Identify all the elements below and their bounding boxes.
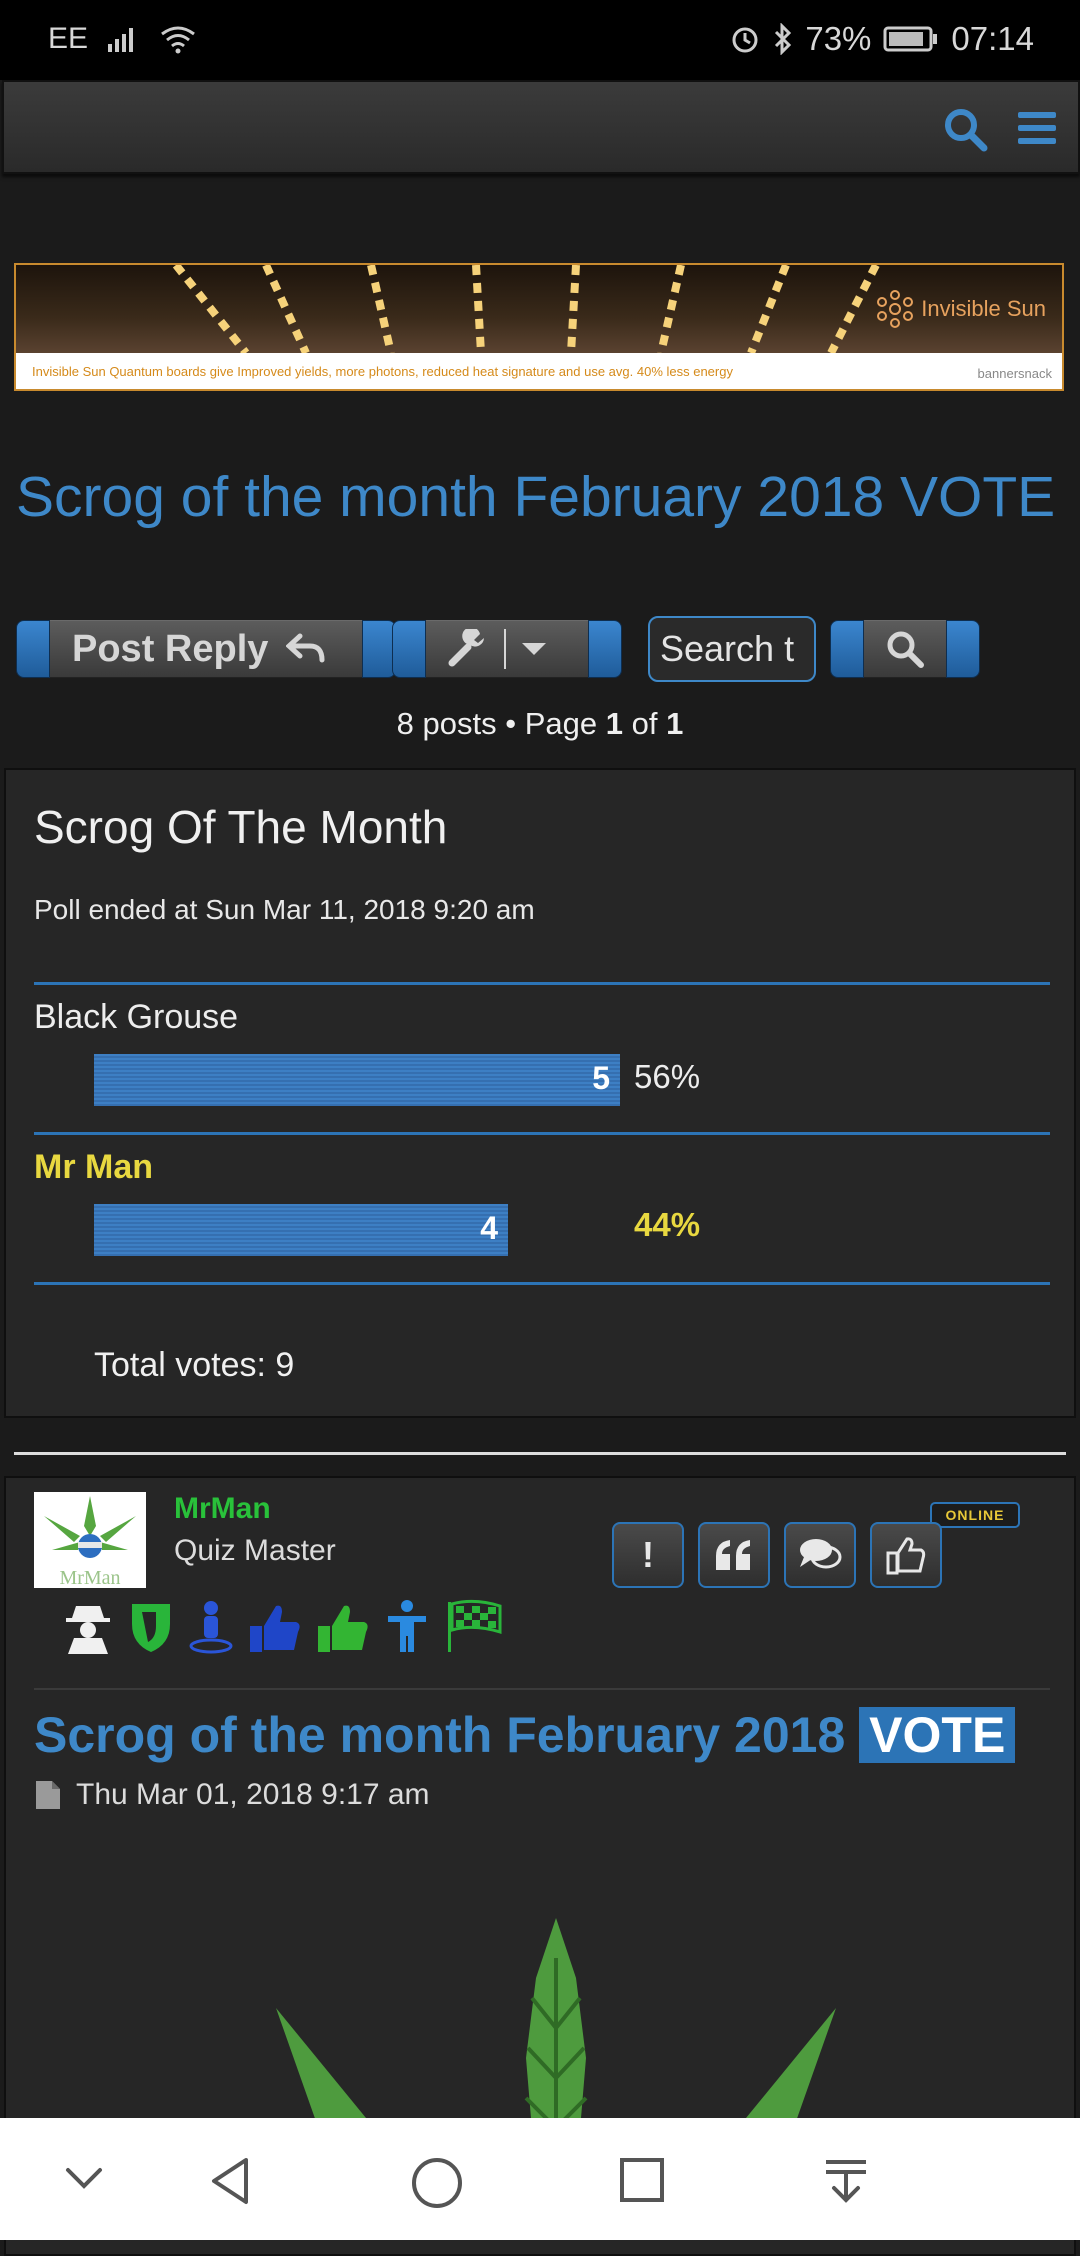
- section-divider: [14, 1452, 1066, 1455]
- invisible-sun-logo-icon: [877, 290, 914, 328]
- battery-percent: 73%: [805, 20, 872, 57]
- poll-option-label: Black Grouse: [34, 998, 239, 1036]
- avatar[interactable]: MrMan: [34, 1492, 146, 1589]
- search-icon: [887, 631, 924, 668]
- back-icon[interactable]: [206, 2156, 256, 2206]
- chat-bubbles-icon: [800, 1539, 842, 1569]
- thumbs-up-green-badge-icon: [318, 1605, 368, 1652]
- thumbs-up-icon: [886, 1537, 926, 1575]
- pagination: 8 posts • Page 1 of 1: [396, 706, 684, 741]
- file-icon: [36, 1781, 60, 1809]
- total-pages: 1: [666, 706, 684, 741]
- status-bar: EE 73% 07:14: [0, 0, 1080, 80]
- reply-arrow-icon: [286, 633, 325, 663]
- spy-badge-icon: [66, 1606, 110, 1654]
- post-author-rank: Quiz Master: [174, 1534, 336, 1567]
- home-icon[interactable]: [410, 2156, 464, 2210]
- poll-panel: Scrog Of The Month Poll ended at Sun Mar…: [4, 768, 1076, 1418]
- current-page: 1: [605, 706, 623, 741]
- report-button[interactable]: !: [612, 1522, 684, 1588]
- post-date: Thu Mar 01, 2018 9:17 am: [34, 1778, 430, 1812]
- topic-search-button[interactable]: [830, 620, 980, 678]
- user-badges: [62, 1590, 504, 1654]
- poll-result-bar: 5: [94, 1054, 620, 1106]
- online-status-badge: ONLINE: [930, 1502, 1020, 1528]
- poll-ended-text: Poll ended at Sun Mar 11, 2018 9:20 am: [34, 894, 535, 925]
- banner-brand-name: Invisible Sun: [921, 296, 1046, 321]
- carrier-label: EE: [48, 22, 89, 55]
- poll-option-percent: 56%: [634, 1058, 701, 1095]
- checkered-flag-badge-icon: [448, 1599, 502, 1652]
- wifi-icon: [161, 26, 195, 54]
- search-icon[interactable]: [942, 106, 988, 152]
- topic-search-input[interactable]: Search t: [648, 616, 816, 682]
- clock: 07:14: [951, 20, 1034, 57]
- like-button[interactable]: [870, 1522, 942, 1588]
- thumbs-up-blue-badge-icon: [250, 1605, 300, 1652]
- advertisement-banner[interactable]: Invisible Sun Invisible Sun Quantum boar…: [14, 263, 1064, 391]
- user-pin-badge-icon: [189, 1601, 233, 1654]
- post-author-username[interactable]: MrMan: [174, 1492, 271, 1526]
- recents-icon[interactable]: [618, 2156, 666, 2204]
- bluetooth-icon: [775, 23, 792, 55]
- poll-divider: [34, 1132, 1050, 1135]
- post-reply-button[interactable]: Post Reply: [16, 620, 396, 678]
- hide-nav-chevron-icon[interactable]: [62, 2156, 106, 2200]
- notification-pulldown-icon[interactable]: [822, 2156, 870, 2206]
- top-navbar: [2, 80, 1080, 174]
- signal-icon: [108, 28, 134, 52]
- android-navigation-bar: [0, 2118, 1080, 2240]
- alarm-icon: [732, 27, 758, 53]
- quote-icon: [716, 1540, 750, 1570]
- topic-title[interactable]: Scrog of the month February 2018 VOTE: [16, 462, 1056, 532]
- battery-icon: [883, 26, 938, 52]
- banner-image: Invisible Sun: [16, 265, 1062, 356]
- wrench-icon: [448, 629, 484, 667]
- poll-option-percent-voted: 44%: [634, 1206, 701, 1243]
- banner-tagline: Invisible Sun Quantum boards give Improv…: [16, 353, 1062, 389]
- banner-provider: bannersnack: [977, 366, 1052, 381]
- quote-button[interactable]: [698, 1522, 770, 1588]
- poll-option-label-voted: Mr Man: [34, 1148, 153, 1186]
- chevron-down-icon: [522, 643, 546, 655]
- avatar-caption: MrMan: [59, 1567, 120, 1588]
- topic-tools-button[interactable]: [392, 620, 622, 678]
- post-title-highlight: VOTE: [859, 1707, 1016, 1763]
- poll-divider: [34, 982, 1050, 985]
- hamburger-menu-icon[interactable]: [1016, 108, 1058, 148]
- poll-total-votes: Total votes: 9: [94, 1346, 295, 1384]
- shield-badge-icon: [132, 1604, 170, 1652]
- person-badge-icon: [388, 1600, 426, 1652]
- exclamation-icon: !: [642, 1534, 654, 1575]
- post-title[interactable]: Scrog of the month February 2018 VOTE: [34, 1706, 1016, 1764]
- post-reply-label: Post Reply: [72, 627, 269, 670]
- post-divider: [34, 1688, 1050, 1690]
- poll-divider: [34, 1282, 1050, 1285]
- private-message-button[interactable]: [784, 1522, 856, 1588]
- poll-result-bar: 4: [94, 1204, 508, 1256]
- poll-title: Scrog Of The Month: [34, 801, 448, 853]
